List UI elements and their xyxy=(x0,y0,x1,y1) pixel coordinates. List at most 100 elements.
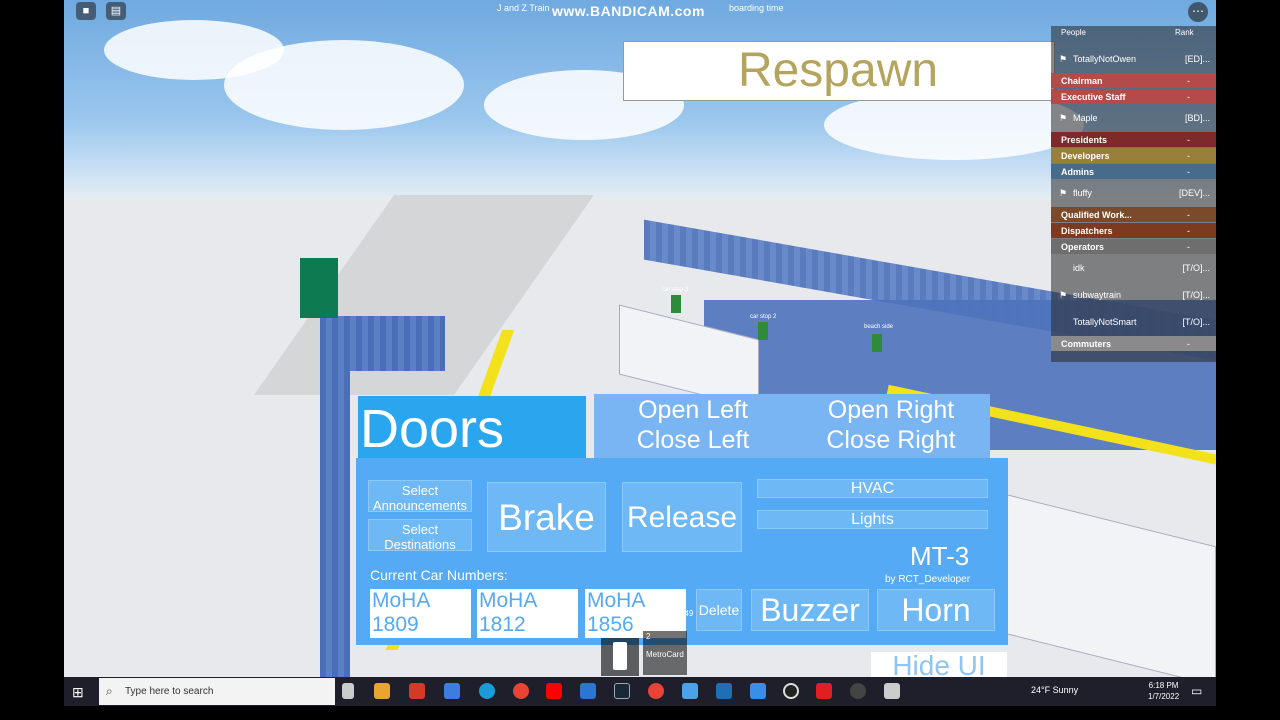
notification-icon[interactable]: ▭ xyxy=(1191,684,1202,698)
player-rank: [BD]... xyxy=(1184,113,1210,123)
rank-group-value: - xyxy=(1187,210,1190,220)
select-announcements-button[interactable]: Select Announcements xyxy=(368,480,472,513)
current-car-label: Current Car Numbers: xyxy=(370,567,508,583)
rank-group-value: - xyxy=(1187,339,1190,349)
phone-icon[interactable] xyxy=(601,638,639,676)
npc-label: car stop 3 xyxy=(662,287,689,293)
wall-tile xyxy=(320,360,350,677)
rank-group-name: Qualified Work... xyxy=(1061,210,1132,220)
close-left-button[interactable]: Close Left xyxy=(598,425,788,455)
weather-widget[interactable]: 24°F Sunny xyxy=(1031,685,1078,695)
player-row[interactable]: ⚑ fluffy [DEV]... xyxy=(1051,180,1216,206)
close-right-button[interactable]: Close Right xyxy=(796,425,986,455)
youtube-icon[interactable] xyxy=(546,683,562,699)
office-icon[interactable] xyxy=(409,683,425,699)
lights-button[interactable]: Lights xyxy=(757,510,988,529)
obs-icon[interactable] xyxy=(850,683,866,699)
rank-group-value: - xyxy=(1187,135,1190,145)
file-explorer-icon[interactable] xyxy=(374,683,390,699)
player-rank: [T/O]... xyxy=(1182,263,1210,273)
rank-group-row: Operators - xyxy=(1051,239,1216,254)
delete-button[interactable]: Delete xyxy=(696,589,742,631)
chrome-icon-2[interactable] xyxy=(648,683,664,699)
hvac-button[interactable]: HVAC xyxy=(757,479,988,498)
rank-group-row: Commuters - xyxy=(1051,336,1216,351)
chat-icon[interactable]: ▤ xyxy=(106,2,126,20)
rank-group-row: Qualified Work... - xyxy=(1051,207,1216,222)
release-button[interactable]: Release xyxy=(622,482,742,552)
rank-group-name: Commuters xyxy=(1061,339,1112,349)
player-rank: [T/O]... xyxy=(1182,290,1210,300)
system-clock[interactable]: 6:18 PM 1/7/2022 xyxy=(1148,680,1179,702)
badge-icon: ⚑ xyxy=(1059,113,1068,123)
doors-title: Doors xyxy=(358,396,586,462)
rank-group-value: - xyxy=(1187,242,1190,252)
npc xyxy=(872,334,882,352)
roblox-icon[interactable] xyxy=(816,683,832,699)
rank-group-name: Presidents xyxy=(1061,135,1108,145)
car-type: MoHA xyxy=(372,589,431,612)
photos-icon[interactable] xyxy=(682,683,698,699)
roblox-topbar: ■ ▤ J and Z Train www.BANDICAM.com board… xyxy=(64,0,1216,22)
buzzer-button[interactable]: Buzzer xyxy=(751,589,869,631)
hide-ui-button[interactable]: Hide UI xyxy=(871,652,1007,677)
player-row[interactable]: TotallyNotSmart [T/O]... xyxy=(1051,309,1216,335)
rank-group-row: Developers - xyxy=(1051,148,1216,163)
app-icon[interactable] xyxy=(750,683,766,699)
car-number: 1809 xyxy=(372,613,419,636)
player-row[interactable]: ⚑ Maple [BD]... xyxy=(1051,105,1216,131)
player-row[interactable]: ⚑ subwaytrain [T/O]... xyxy=(1051,282,1216,308)
clock-date: 1/7/2022 xyxy=(1148,692,1180,701)
chrome-icon[interactable] xyxy=(513,683,529,699)
brake-button[interactable]: Brake xyxy=(487,482,606,552)
windows-start-icon[interactable]: ⊞ xyxy=(72,684,84,701)
select-destinations-button[interactable]: Select Destinations xyxy=(368,519,472,552)
respawn-button[interactable]: Respawn xyxy=(623,41,1055,101)
developer-credit: by RCT_Developer xyxy=(885,574,971,585)
player-row[interactable]: ⚑ TotallyNotOwen [ED]... xyxy=(1051,46,1216,72)
steam-icon[interactable] xyxy=(614,683,630,699)
player-row[interactable]: idk [T/O]... xyxy=(1051,255,1216,281)
store-icon[interactable] xyxy=(444,683,460,699)
green-block xyxy=(300,258,338,318)
car-number-box[interactable]: MoHA 1809 xyxy=(370,589,471,638)
video-editor-icon[interactable] xyxy=(716,683,732,699)
mail-icon[interactable] xyxy=(580,683,596,699)
task-view-icon[interactable] xyxy=(342,683,354,699)
rank-group-row: Chairman - xyxy=(1051,73,1216,88)
npc xyxy=(758,322,768,340)
clock-time: 6:18 PM xyxy=(1148,681,1179,690)
rank-group-value: - xyxy=(1187,167,1190,177)
search-icon: ⌕ xyxy=(106,684,113,698)
speed-max: 149 xyxy=(680,609,694,618)
badge-icon: ⚑ xyxy=(1059,188,1068,198)
rank-group-value: - xyxy=(1187,151,1190,161)
people-header: People xyxy=(1061,28,1086,37)
car-number-box[interactable]: MoHA 1812 xyxy=(477,589,578,638)
record-icon[interactable] xyxy=(783,683,799,699)
metrocard-count: 2 xyxy=(646,632,651,641)
edge-icon[interactable] xyxy=(479,683,495,699)
rank-group-name: Executive Staff xyxy=(1061,92,1126,102)
open-left-button[interactable]: Open Left xyxy=(598,395,788,425)
player-rank: [DEV]... xyxy=(1178,188,1210,198)
open-right-button[interactable]: Open Right xyxy=(796,395,986,425)
speed-label: Speed xyxy=(590,609,614,618)
more-options-icon[interactable]: ⋯ xyxy=(1188,2,1208,22)
rank-group-name: Admins xyxy=(1061,167,1095,177)
player-rank: [ED]... xyxy=(1184,54,1210,64)
roblox-menu-icon[interactable]: ■ xyxy=(76,2,96,20)
horn-button[interactable]: Horn xyxy=(877,589,995,631)
taskbar-search-input[interactable]: Type here to search xyxy=(99,678,335,705)
rank-group-name: Developers xyxy=(1061,151,1110,161)
rank-group-row: Presidents - xyxy=(1051,132,1216,147)
player-list: People Rank ⚑ TotallyNotOwen [ED]... Chairm… xyxy=(1051,26,1216,362)
windows-taskbar: ⊞ Type here to search ⌕ 24°F Sunny 6:18 … xyxy=(64,677,1216,706)
title-tail: boarding time xyxy=(729,3,784,13)
rank-group-value: - xyxy=(1187,92,1190,102)
roblox-player-icon[interactable] xyxy=(884,683,900,699)
metrocard-item[interactable]: 2 MetroCard xyxy=(643,631,687,675)
phone-glyph xyxy=(613,642,627,670)
door-commands: Open Left Close Left Open Right Close Ri… xyxy=(594,394,990,460)
window-title: J and Z Train xyxy=(497,3,550,13)
